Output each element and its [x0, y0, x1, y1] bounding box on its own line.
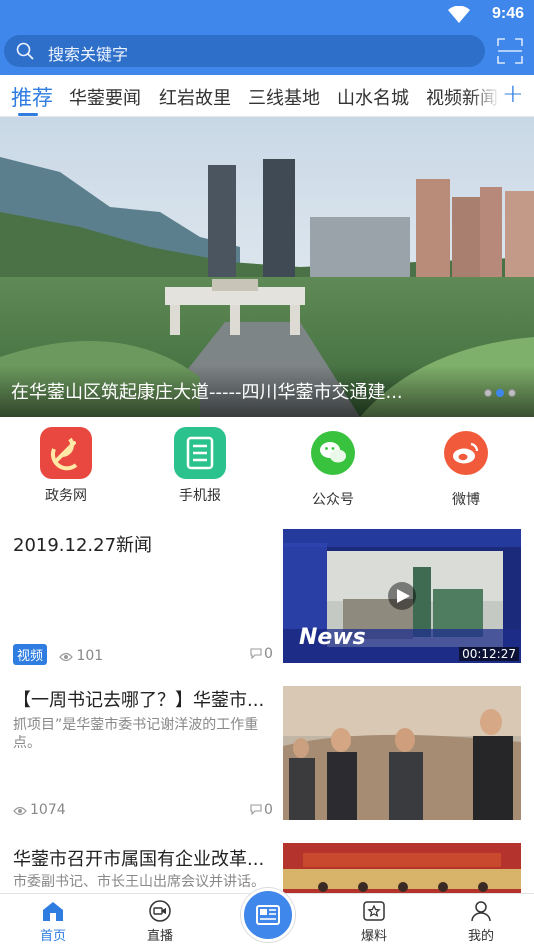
nav-report[interactable]: 爆料 [334, 900, 414, 944]
carousel-dot[interactable] [508, 389, 516, 397]
comment-count: 0 [264, 646, 273, 662]
add-channel-icon[interactable]: + [502, 79, 524, 109]
search-input[interactable]: 搜索关键字 [4, 35, 485, 67]
search-icon [16, 42, 34, 60]
quick-mobile-paper[interactable]: 手机报 [155, 427, 245, 505]
news-meta: 视频 101 [13, 644, 103, 665]
banner-caption: 在华蓥山区筑起康庄大道-----四川华蓥市交通建... [11, 382, 403, 403]
views-icon [13, 806, 27, 816]
nav-label: 我的 [467, 929, 494, 944]
news-title[interactable]: 华蓥市召开市属国有企业改革... [13, 845, 275, 871]
news-meta: 1074 [13, 802, 66, 818]
view-count: 101 [76, 648, 104, 664]
active-tab-indicator [18, 113, 38, 116]
comment-count-wrap: 0 [250, 802, 273, 818]
user-icon [471, 901, 491, 922]
weibo-icon [444, 431, 488, 475]
quick-label: 手机报 [179, 488, 221, 504]
news-summary: 市委副书记、市长王山出席会议并讲话。 [13, 874, 265, 890]
news-title[interactable]: 【一周书记去哪了？】华蓥市... [13, 686, 275, 712]
carousel-dot-active[interactable] [496, 389, 504, 397]
nav-home[interactable]: 首页 [13, 900, 93, 944]
wifi-icon [448, 6, 470, 23]
comment-icon [250, 804, 262, 816]
carousel-dot[interactable] [484, 389, 492, 397]
view-count: 1074 [30, 802, 66, 818]
quick-label: 公众号 [312, 492, 354, 508]
news-thumbnail-video[interactable]: News 00:12:27 [283, 529, 521, 663]
banner-carousel[interactable]: 在华蓥山区筑起康庄大道-----四川华蓥市交通建... [0, 117, 534, 417]
tab-sanxian[interactable]: 三线基地 [248, 84, 320, 110]
comment-count: 0 [264, 802, 273, 818]
news-item[interactable]: 【一周书记去哪了？】华蓥市... 抓项目”是华蓥市委书记谢洋波的工作重点。 10… [0, 686, 534, 828]
party-emblem-icon [40, 427, 92, 479]
comment-count-wrap: 0 [250, 646, 273, 662]
news-center-icon [256, 905, 280, 925]
nav-label: 爆料 [360, 929, 387, 944]
video-tag: 视频 [13, 644, 48, 665]
tabs-fade [470, 75, 500, 116]
quick-wechat-account[interactable]: 公众号 [288, 427, 378, 509]
video-duration: 00:12:27 [459, 647, 519, 661]
nav-live[interactable]: 直播 [120, 900, 200, 944]
report-star-icon [363, 901, 385, 921]
quick-gov-site[interactable]: 政务网 [21, 427, 111, 505]
newspaper-icon [174, 427, 226, 479]
news-item[interactable]: 2019.12.27新闻 News 00:12:27 视频 101 0 [0, 529, 534, 671]
status-bar: 9:46 [0, 0, 534, 30]
thumb-overlay-text: News [299, 625, 366, 650]
tab-recommend[interactable]: 推荐 [11, 82, 53, 112]
channel-tabs: 推荐 华蓥要闻 红岩故里 三线基地 山水名城 视频新闻 + [0, 75, 534, 117]
news-title[interactable]: 2019.12.27新闻 [13, 531, 275, 557]
views-icon [59, 652, 74, 662]
scan-icon[interactable] [497, 38, 523, 64]
quick-label: 微博 [452, 492, 480, 508]
news-thumbnail-image [283, 843, 521, 893]
news-thumbnail[interactable] [283, 686, 521, 820]
header: 搜索关键字 [0, 30, 534, 75]
news-item[interactable]: 华蓥市召开市属国有企业改革... 市委副书记、市长王山出席会议并讲话。 [0, 843, 534, 893]
quick-entries: 政务网 手机报 公众号 微博 [0, 417, 534, 513]
tab-huaying-news[interactable]: 华蓥要闻 [69, 84, 141, 110]
nav-label: 首页 [39, 929, 66, 944]
home-icon [43, 902, 63, 921]
wechat-icon [311, 431, 355, 475]
live-camera-icon [149, 900, 171, 922]
search-placeholder: 搜索关键字 [48, 45, 129, 64]
clock: 9:46 [491, 5, 524, 22]
carousel-dots [480, 382, 516, 401]
news-thumbnail-image [283, 686, 521, 820]
quick-weibo[interactable]: 微博 [421, 427, 511, 509]
nav-center-button[interactable] [241, 888, 295, 942]
comment-icon [250, 648, 262, 660]
news-thumbnail[interactable] [283, 843, 521, 893]
nav-profile[interactable]: 我的 [441, 900, 521, 944]
tab-shanshui[interactable]: 山水名城 [337, 84, 409, 110]
tab-hongyan[interactable]: 红岩故里 [159, 84, 231, 110]
news-summary: 抓项目”是华蓥市委书记谢洋波的工作重点。 [13, 717, 259, 751]
quick-label: 政务网 [45, 488, 87, 504]
nav-label: 直播 [146, 929, 173, 944]
